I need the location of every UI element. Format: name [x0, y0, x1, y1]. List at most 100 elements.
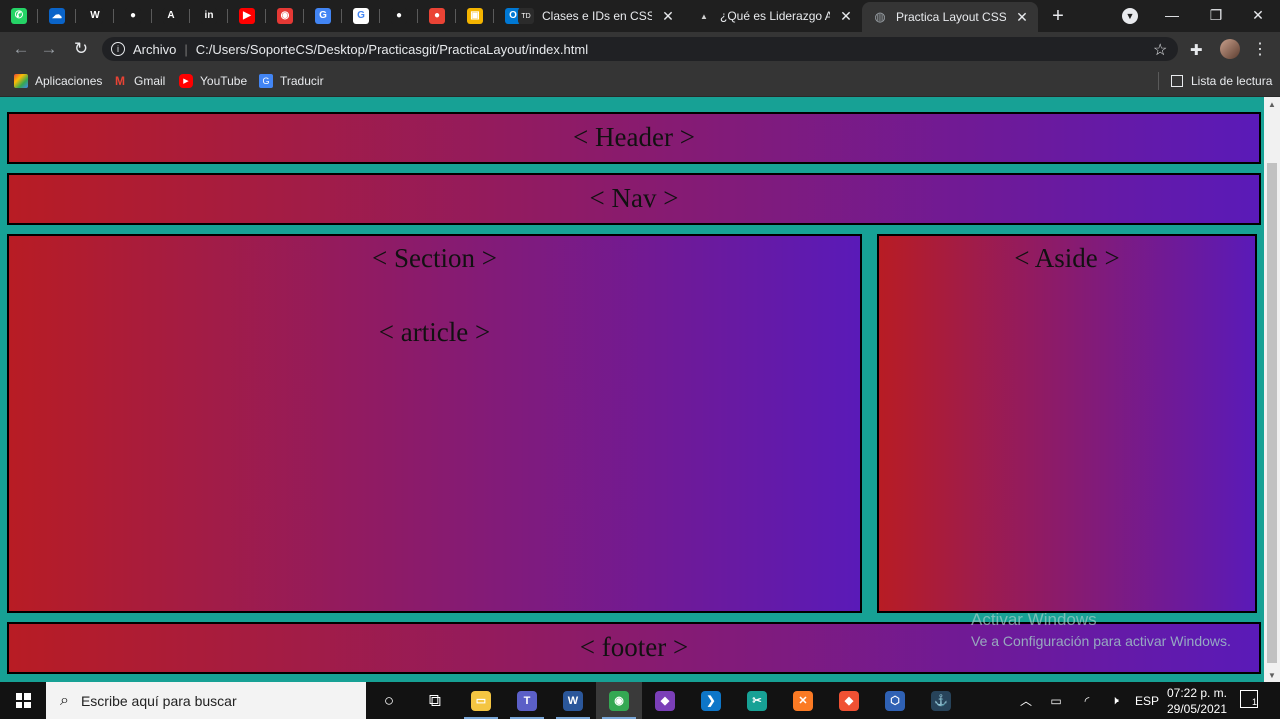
taskbar-app-task-view[interactable]: ⧉: [412, 682, 458, 719]
minimize-button[interactable]: —: [1150, 0, 1194, 30]
w3-icon: TD: [518, 8, 534, 24]
tab-search-button[interactable]: ▼: [1122, 8, 1138, 24]
more-menu-icon[interactable]: ⋮: [1252, 39, 1268, 59]
taskbar-app-virtualbox[interactable]: ⬡: [872, 682, 918, 719]
pinned-tab[interactable]: in: [190, 0, 228, 32]
start-button[interactable]: [0, 682, 46, 719]
pinned-tab[interactable]: ●: [380, 0, 418, 32]
pinned-tab[interactable]: ●: [114, 0, 152, 32]
tab-clases-css[interactable]: TD Clases e IDs en CSS: Cu ✕: [508, 0, 684, 32]
close-icon[interactable]: ✕: [660, 8, 676, 24]
wifi-icon[interactable]: ◜: [1076, 682, 1098, 719]
globe-icon: ◍: [874, 9, 886, 24]
virtualbox-icon: ⬡: [885, 690, 905, 711]
volume-mute-icon[interactable]: 🕨: [1104, 682, 1126, 719]
taskbar-app-vscode[interactable]: ❯: [688, 682, 734, 719]
translate-icon: G: [259, 74, 273, 88]
pinned-tab[interactable]: W: [76, 0, 114, 32]
taskbar-app-visual-studio[interactable]: ◆: [642, 682, 688, 719]
watermark-title: Activar Windows: [971, 610, 1097, 629]
pinned-tab[interactable]: G: [342, 0, 380, 32]
system-clock[interactable]: 07:22 p. m. 29/05/2021: [1162, 685, 1232, 717]
pinned-tab[interactable]: ▶: [228, 0, 266, 32]
record-icon: ●: [429, 8, 445, 24]
pinned-tab[interactable]: ◉: [266, 0, 304, 32]
page-scrollbar[interactable]: ▲ ▼: [1264, 97, 1280, 682]
pinned-tab[interactable]: A: [152, 0, 190, 32]
chevron-up-icon[interactable]: ︿: [1016, 682, 1036, 719]
aside-box: < Aside >: [877, 234, 1257, 613]
notification-count: 1: [1251, 697, 1257, 707]
tab-liderazgo[interactable]: ▲ ¿Qué es Liderazgo Auto ✕: [686, 0, 862, 32]
taskbar-app-file-explorer[interactable]: ▭: [458, 682, 504, 719]
reading-list-button[interactable]: Lista de lectura: [1158, 72, 1272, 90]
taskbar-app-mysql-workbench[interactable]: ⚓: [918, 682, 964, 719]
bookmark-youtube[interactable]: ▶ YouTube: [179, 72, 247, 90]
bookmark-star-icon[interactable]: ☆: [1153, 40, 1167, 60]
bookmark-label: YouTube: [200, 74, 248, 88]
taskbar-app-cortana[interactable]: ○: [366, 682, 412, 719]
wix-icon: W: [87, 8, 103, 24]
taskbar-search-box[interactable]: ⌕ Escribe aquí para buscar: [46, 682, 366, 719]
profile-avatar[interactable]: [1220, 39, 1240, 59]
close-icon[interactable]: ✕: [838, 8, 854, 24]
pinned-tab[interactable]: ✆: [0, 0, 38, 32]
pinned-tab[interactable]: ☁: [38, 0, 76, 32]
back-button[interactable]: ←: [10, 38, 32, 60]
pinned-tab[interactable]: ●: [418, 0, 456, 32]
reload-icon: ↻: [73, 39, 89, 58]
bookmark-aplicaciones[interactable]: Aplicaciones: [14, 72, 102, 90]
taskbar-app-word[interactable]: W: [550, 682, 596, 719]
scrollbar-thumb[interactable]: [1267, 163, 1277, 663]
notification-center-icon[interactable]: 1: [1240, 690, 1258, 708]
pinned-tab[interactable]: G: [304, 0, 342, 32]
taskbar-app-git[interactable]: ◆: [826, 682, 872, 719]
language-indicator[interactable]: ESP: [1132, 682, 1162, 719]
file-explorer-icon: ▭: [471, 690, 491, 711]
new-tab-button[interactable]: +: [1046, 4, 1070, 28]
github-icon: ●: [391, 8, 407, 24]
address-url[interactable]: C:/Users/SoporteCS/Desktop/Practicasgit/…: [196, 42, 588, 57]
close-icon[interactable]: ✕: [1014, 9, 1030, 25]
tab-label: ¿Qué es Liderazgo Auto: [720, 9, 830, 23]
section-label: < Section >: [372, 243, 497, 273]
clock-time: 07:22 p. m.: [1166, 686, 1228, 700]
info-icon[interactable]: i: [111, 42, 125, 56]
reading-list-label: Lista de lectura: [1191, 74, 1273, 88]
bookmark-gmail[interactable]: M Gmail: [113, 72, 165, 90]
close-window-button[interactable]: ✕: [1236, 0, 1280, 30]
github-icon: ●: [125, 8, 141, 24]
header-box: < Header >: [7, 112, 1261, 164]
arrow-right-icon: →: [40, 39, 58, 58]
tab-practica-layout[interactable]: ◍ Practica Layout CSS ✕: [862, 2, 1038, 32]
taskbar-app-teams[interactable]: T: [504, 682, 550, 719]
bookmark-label: Aplicaciones: [35, 74, 103, 88]
teams-icon: T: [517, 690, 537, 711]
pinned-tab[interactable]: ▣: [456, 0, 494, 32]
chevron-down-icon: ▼: [1125, 11, 1135, 21]
header-label: < Header >: [573, 122, 695, 152]
address-bar[interactable]: i Archivo | C:/Users/SoporteCS/Desktop/P…: [102, 37, 1178, 61]
battery-icon[interactable]: ▭: [1044, 682, 1068, 719]
xampp-icon: ✕: [793, 690, 813, 711]
google-icon: G: [353, 8, 369, 24]
search-icon: ⌕: [60, 691, 69, 709]
bookmarks-bar: Aplicaciones M Gmail ▶ YouTube G Traduci…: [0, 66, 1280, 97]
address-scheme: Archivo: [133, 41, 177, 57]
extensions-puzzle-icon[interactable]: ✚: [1190, 41, 1203, 59]
forward-button[interactable]: →: [38, 38, 60, 60]
graduation-cap-icon: ▲: [700, 11, 708, 21]
scroll-down-icon[interactable]: ▼: [1264, 668, 1280, 682]
taskbar-app-xampp[interactable]: ✕: [780, 682, 826, 719]
bookmark-traducir[interactable]: G Traducir: [259, 72, 324, 90]
pinned-tabs: ✆ ☁ W ● Ain ▶ ◉ G G ● ● ▣ O: [0, 0, 532, 32]
clock-date: 29/05/2021: [1166, 702, 1228, 716]
youtube-icon: ▶: [179, 74, 193, 88]
reload-button[interactable]: ↻: [70, 38, 92, 60]
chrome-icon: ◉: [609, 690, 629, 711]
scroll-up-icon[interactable]: ▲: [1264, 97, 1280, 111]
onedrive-icon: ☁: [49, 8, 65, 24]
taskbar-app-chrome[interactable]: ◉: [596, 682, 642, 719]
taskbar-app-snip[interactable]: ✂: [734, 682, 780, 719]
restore-button[interactable]: ❐: [1194, 0, 1238, 30]
